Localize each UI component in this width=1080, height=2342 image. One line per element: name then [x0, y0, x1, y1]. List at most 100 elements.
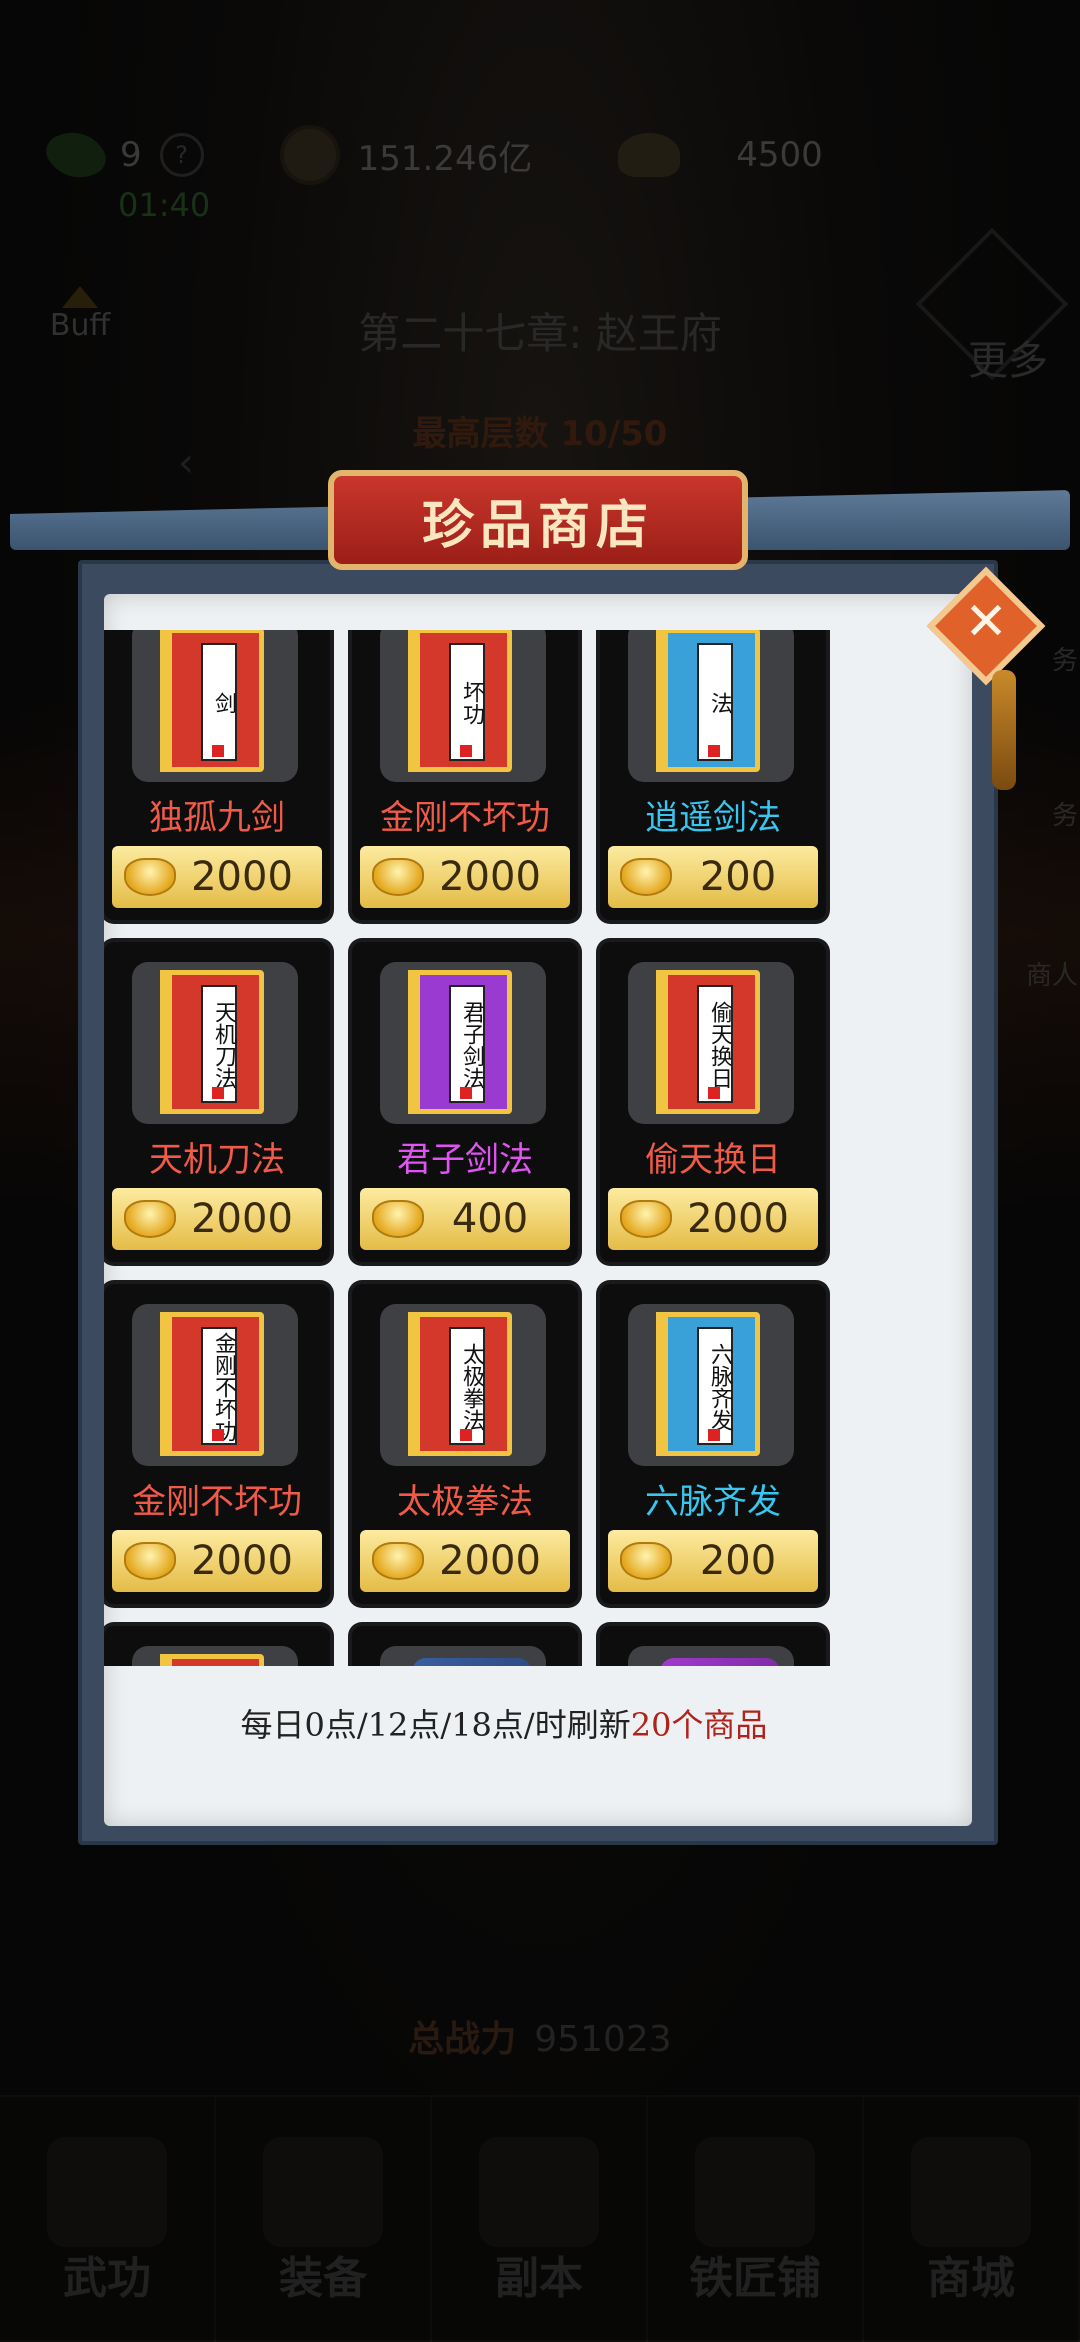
- book-cover-title: 太极拳法: [449, 1327, 485, 1445]
- item-icon-frame: 偷天换日: [628, 962, 794, 1124]
- item-price: 2000: [687, 1196, 789, 1242]
- seal-mark: [212, 1429, 224, 1441]
- shop-item[interactable]: 乾坤挪移: [104, 1626, 330, 1666]
- refresh-note-count: 20个商品: [630, 1706, 768, 1744]
- shop-title: 珍品商店: [328, 470, 748, 570]
- shop-item[interactable]: 六脉齐发 六脉齐发 200: [600, 1284, 826, 1604]
- ingot-icon: [372, 1542, 424, 1580]
- book-icon: 金刚不坏功: [160, 1312, 264, 1456]
- book-cover-title: 法: [697, 643, 733, 761]
- seal-mark: [460, 745, 472, 757]
- item-name: 六脉齐发: [645, 1482, 781, 1522]
- shop-item[interactable]: 天机刀法 天机刀法 2000: [104, 942, 330, 1262]
- item-price: 2000: [439, 1538, 541, 1584]
- book-icon: 太极拳法: [408, 1312, 512, 1456]
- buy-button[interactable]: 2000: [608, 1188, 818, 1250]
- item-price: 400: [451, 1196, 529, 1242]
- book-icon: 君子剑法: [408, 970, 512, 1114]
- item-price: 200: [699, 854, 777, 900]
- buy-button[interactable]: 200: [608, 1530, 818, 1592]
- shop-item[interactable]: [600, 1626, 826, 1666]
- book-spine: [160, 630, 172, 772]
- book-icon: 天机刀法: [160, 970, 264, 1114]
- item-name: 金刚不坏功: [380, 798, 550, 838]
- book-cover-title: 君子剑法: [449, 985, 485, 1103]
- book-spine: [160, 970, 172, 1114]
- book-icon: 坏功: [408, 630, 512, 772]
- ingot-icon: [124, 858, 176, 896]
- seal-mark: [708, 1429, 720, 1441]
- item-price: 2000: [439, 854, 541, 900]
- item-icon-frame: 剑: [132, 630, 298, 782]
- buy-button[interactable]: 2000: [112, 1530, 322, 1592]
- book-cover-title: 坏功: [449, 643, 485, 761]
- buy-button[interactable]: 2000: [112, 846, 322, 908]
- shop-item[interactable]: 法逍遥剑法 200: [600, 630, 826, 920]
- buy-button[interactable]: 200: [608, 846, 818, 908]
- buy-button[interactable]: 2000: [360, 1530, 570, 1592]
- buy-button[interactable]: 2000: [112, 1188, 322, 1250]
- book-spine: [408, 1312, 420, 1456]
- item-price: 2000: [191, 1538, 293, 1584]
- book-spine: [408, 970, 420, 1114]
- book-icon: 法: [656, 630, 760, 772]
- shop-item[interactable]: 金刚不坏功 金刚不坏功 2000: [104, 1284, 330, 1604]
- shop-item[interactable]: 太极拳法 太极拳法 2000: [352, 1284, 578, 1604]
- seal-mark: [212, 1087, 224, 1099]
- item-icon-frame: 君子剑法: [380, 962, 546, 1124]
- buy-button[interactable]: 2000: [360, 846, 570, 908]
- book-icon: 偷天换日: [656, 970, 760, 1114]
- shop-item[interactable]: 君子剑法 君子剑法 400: [352, 942, 578, 1262]
- ingot-icon: [124, 1200, 176, 1238]
- tassel-ornament: [992, 670, 1016, 790]
- ingot-icon: [620, 1200, 672, 1238]
- item-icon-frame: 金刚不坏功: [132, 1304, 298, 1466]
- book-cover-title: 六脉齐发: [697, 1327, 733, 1445]
- item-price: 200: [699, 1538, 777, 1584]
- item-name: 金刚不坏功: [132, 1482, 302, 1522]
- item-name: 君子剑法: [397, 1140, 533, 1180]
- item-icon-frame: 坏功: [380, 630, 546, 782]
- refresh-note: 每日0点/12点/18点/时刷新20个商品: [104, 1700, 904, 1746]
- shop-item[interactable]: [352, 1626, 578, 1666]
- item-name: 逍遥剑法: [645, 798, 781, 838]
- item-name: 太极拳法: [397, 1482, 533, 1522]
- shop-item-list[interactable]: 剑独孤九剑 2000 坏功 金刚不坏功 2000 法逍遥剑法 200 天机刀法 天机刀法 2000…: [104, 630, 904, 1666]
- item-name: 偷天换日: [645, 1140, 781, 1180]
- seal-mark: [708, 1087, 720, 1099]
- ingot-icon: [372, 1200, 424, 1238]
- book-spine: [408, 630, 420, 772]
- buy-button[interactable]: 400: [360, 1188, 570, 1250]
- book-spine: [160, 1312, 172, 1456]
- book-icon: 剑: [160, 630, 264, 772]
- book-cover-title: 金刚不坏功: [201, 1327, 237, 1445]
- shop-item[interactable]: 坏功金刚不坏功 2000: [352, 630, 578, 920]
- item-icon-frame: [380, 1646, 546, 1666]
- book-spine: [656, 1312, 668, 1456]
- book-cover-title: 偷天换日: [697, 985, 733, 1103]
- item-icon-frame: 天机刀法: [132, 962, 298, 1124]
- item-price: 2000: [191, 854, 293, 900]
- book-spine: [656, 970, 668, 1114]
- book-spine: [656, 630, 668, 772]
- ingot-icon: [372, 858, 424, 896]
- item-icon-frame: [628, 1646, 794, 1666]
- seal-mark: [212, 745, 224, 757]
- close-button[interactable]: ✕: [926, 566, 1046, 686]
- ingot-icon: [620, 1542, 672, 1580]
- book-cover-title: 天机刀法: [201, 985, 237, 1103]
- item-icon-frame: 乾坤挪移: [132, 1646, 298, 1666]
- item-icon-frame: 太极拳法: [380, 1304, 546, 1466]
- refresh-note-text: 每日0点/12点/18点/时刷新: [240, 1706, 631, 1744]
- close-icon: ✕: [964, 592, 1008, 652]
- ingot-icon: [124, 1542, 176, 1580]
- book-icon: 乾坤挪移: [160, 1654, 264, 1666]
- shop-item[interactable]: 剑独孤九剑 2000: [104, 630, 330, 920]
- seal-mark: [460, 1087, 472, 1099]
- amulet-icon: [660, 1658, 780, 1666]
- item-name: 天机刀法: [149, 1140, 285, 1180]
- seal-mark: [708, 745, 720, 757]
- item-name: 独孤九剑: [149, 798, 285, 838]
- book-icon: 六脉齐发: [656, 1312, 760, 1456]
- shop-item[interactable]: 偷天换日 偷天换日 2000: [600, 942, 826, 1262]
